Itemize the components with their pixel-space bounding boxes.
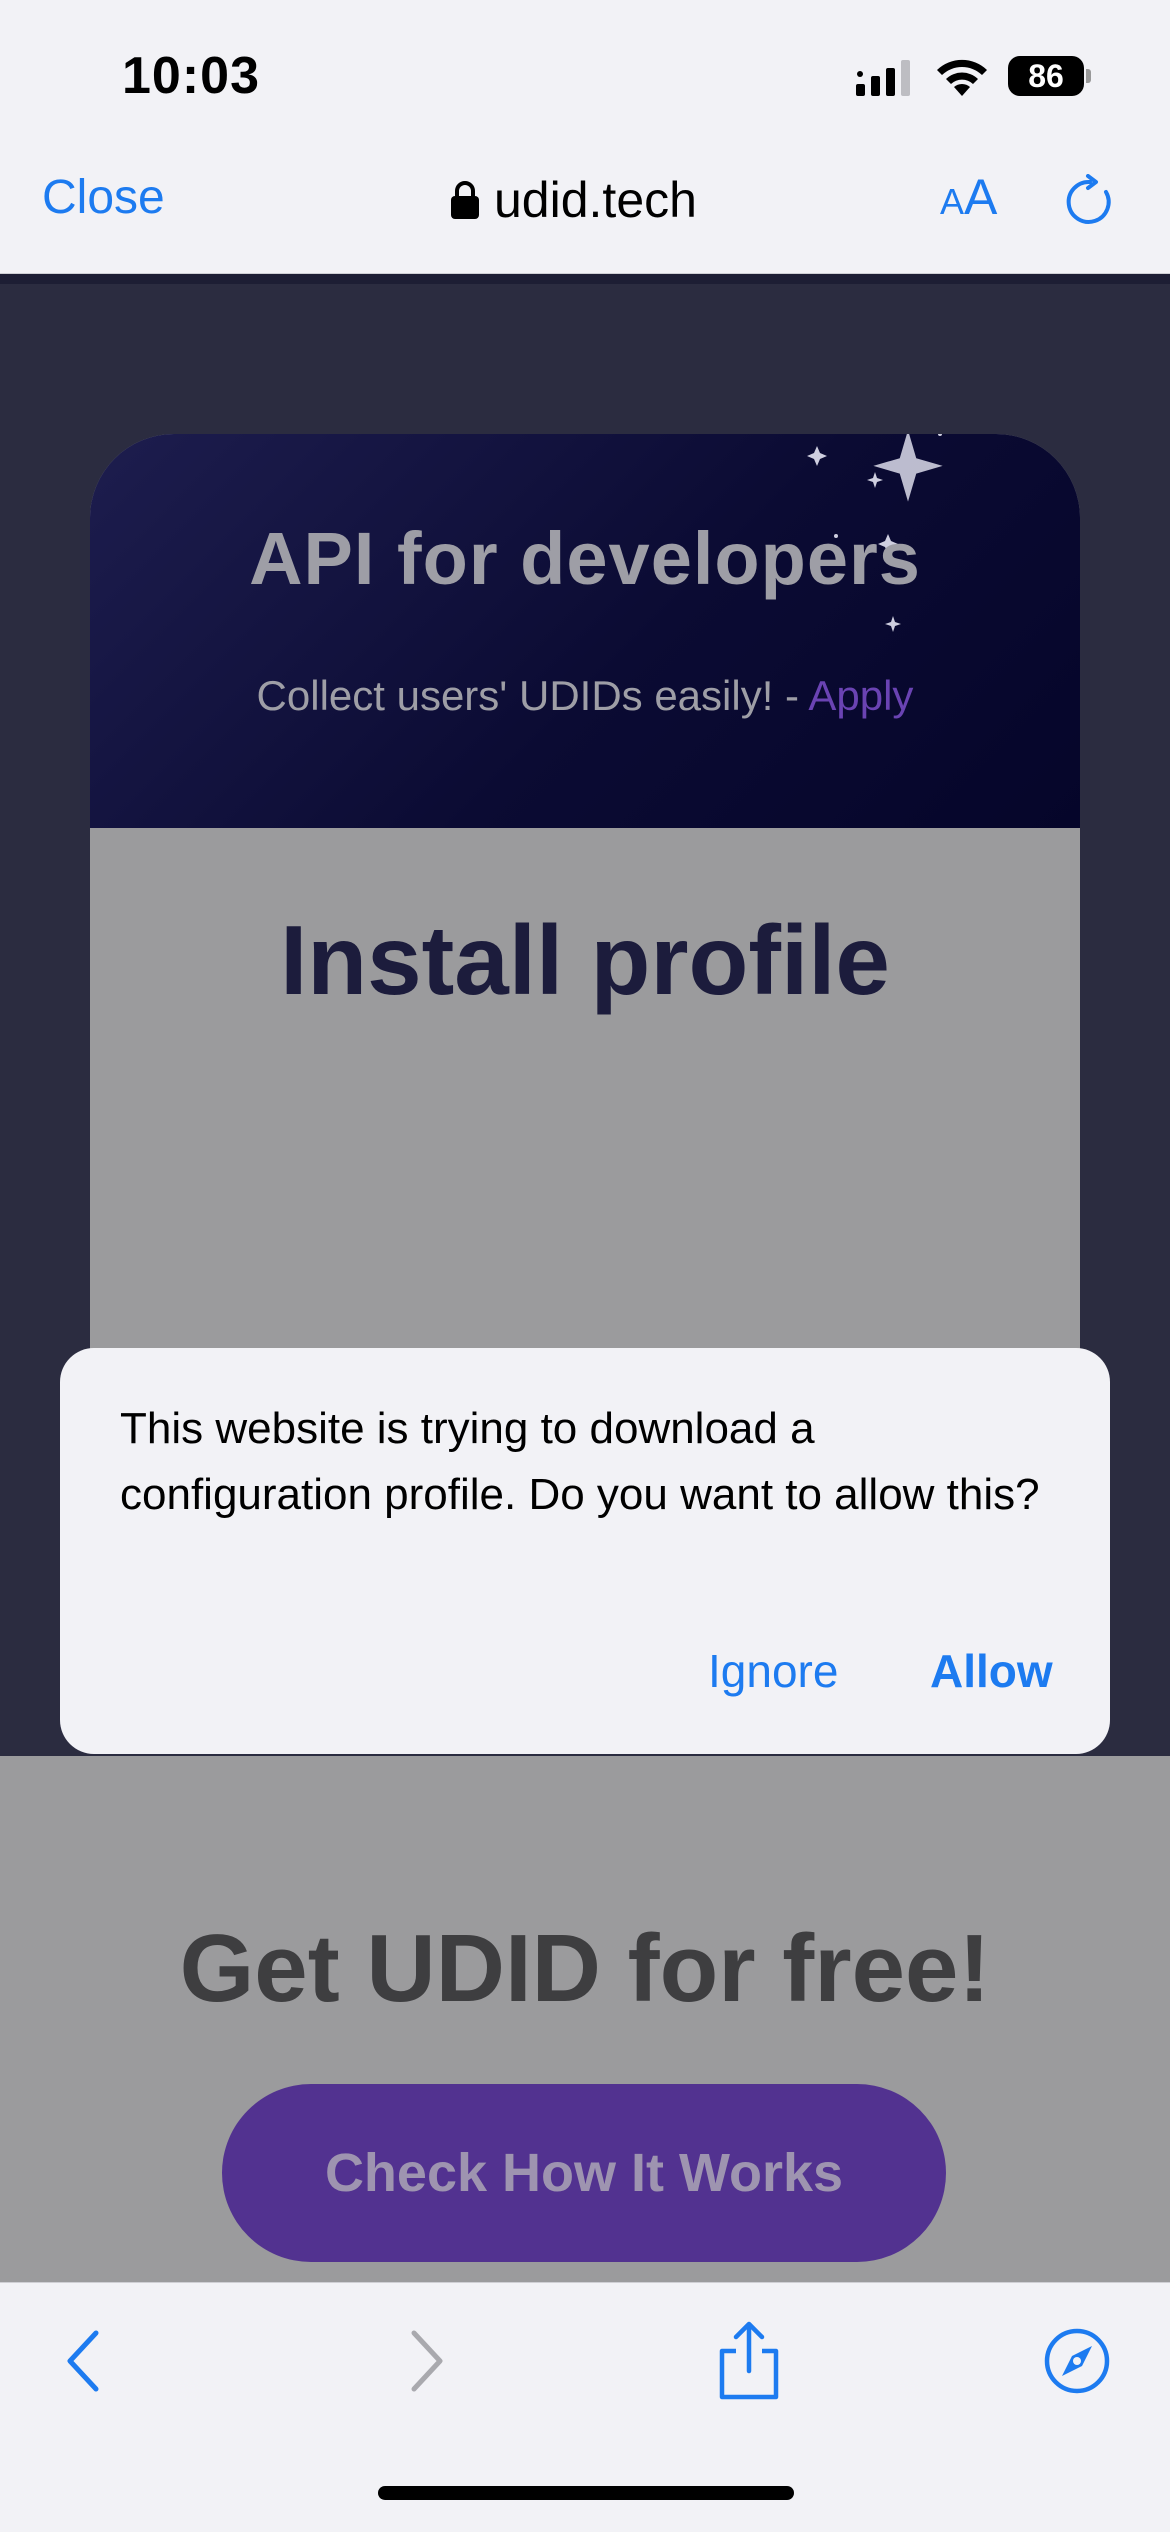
battery-icon: 86 [1008, 56, 1091, 96]
ignore-button[interactable]: Ignore [708, 1644, 838, 1698]
reload-icon[interactable] [1062, 174, 1118, 230]
browser-header: Close udid.tech AA [0, 140, 1170, 274]
text-size-button[interactable]: AA [940, 168, 997, 226]
free-title: Get UDID for free! [179, 1915, 991, 2022]
share-icon[interactable] [714, 2321, 784, 2401]
check-how-it-works-button[interactable]: Check How It Works [222, 2084, 946, 2262]
battery-level: 86 [1008, 56, 1084, 96]
alert-message: This website is trying to download a con… [120, 1404, 1040, 1519]
api-banner: API for developers Collect users' UDIDs … [90, 434, 1080, 828]
api-subtitle-text: Collect users' UDIDs easily! - [256, 672, 809, 719]
clock: 10:03 [122, 47, 260, 105]
battery-nub [1086, 69, 1091, 83]
download-profile-alert: This website is trying to download a con… [60, 1348, 1110, 1754]
apply-link[interactable]: Apply [808, 672, 913, 719]
home-indicator[interactable] [378, 2486, 794, 2500]
status-bar: 10:03 86 [0, 0, 1170, 140]
allow-button[interactable]: Allow [930, 1644, 1053, 1698]
install-profile-title: Install profile [280, 905, 890, 1015]
api-title: API for developers [249, 517, 921, 600]
api-subtitle: Collect users' UDIDs easily! - Apply [90, 672, 1080, 720]
web-content: API for developers Collect users' UDIDs … [0, 274, 1170, 2282]
section-divider [0, 274, 1170, 284]
lock-icon [451, 181, 479, 219]
text-size-small-label: A [940, 181, 965, 222]
back-icon[interactable] [50, 2321, 120, 2401]
cellular-signal-icon [856, 60, 910, 96]
text-size-large-label: A [964, 169, 998, 225]
address-bar[interactable]: udid.tech [450, 170, 697, 230]
forward-icon[interactable] [390, 2321, 460, 2401]
url-text: udid.tech [494, 172, 697, 228]
close-button[interactable]: Close [42, 170, 165, 225]
wifi-icon [937, 59, 987, 96]
compass-icon[interactable] [1042, 2321, 1112, 2401]
